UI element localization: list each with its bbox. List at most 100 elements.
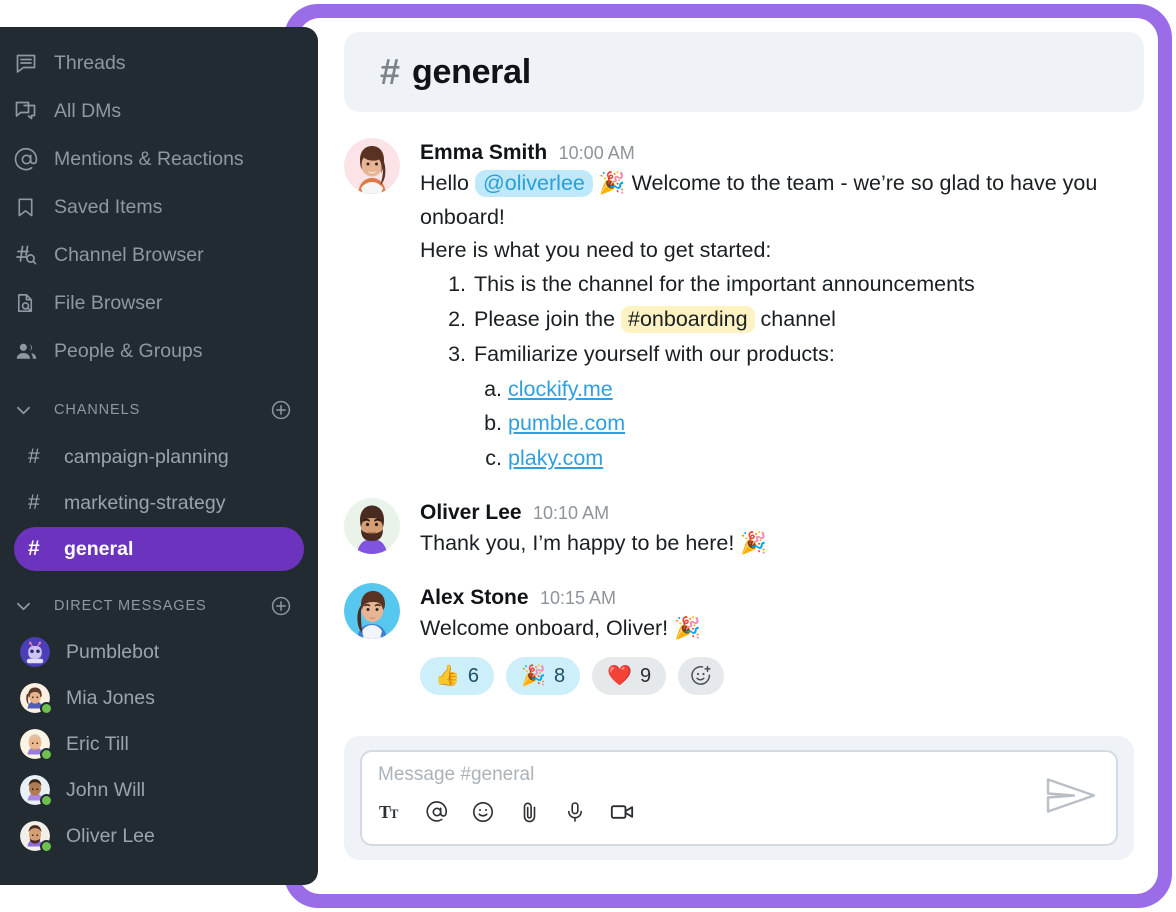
presence-indicator xyxy=(40,748,53,761)
sidebar-item-all-dms[interactable]: All DMs xyxy=(0,87,318,135)
message-item: Emma Smith 10:00 AM Hello @oliverlee 🎉 W… xyxy=(344,138,1144,476)
sidebar-item-label: Channel Browser xyxy=(54,243,204,266)
sidebar-item-people[interactable]: People & Groups xyxy=(0,327,318,375)
message-text: Hello @oliverlee 🎉 Welcome to the team -… xyxy=(420,167,1144,267)
avatar xyxy=(344,138,400,194)
message-composer[interactable]: Message #general TT xyxy=(360,750,1118,846)
add-channel-button[interactable] xyxy=(270,399,292,421)
reaction-party-popper[interactable]: 🎉 8 xyxy=(506,657,581,696)
sidebar-item-mentions[interactable]: Mentions & Reactions xyxy=(0,135,318,183)
sidebar-item-file-browser[interactable]: File Browser xyxy=(0,279,318,327)
channel-header: # general xyxy=(344,32,1144,112)
reaction-count: 8 xyxy=(553,664,566,687)
presence-indicator xyxy=(40,840,53,853)
message-text-part: Hello xyxy=(420,171,475,196)
party-popper-icon: 🎉 xyxy=(521,665,546,688)
channel-reference[interactable]: #onboarding xyxy=(621,305,755,333)
message-timestamp: 10:15 AM xyxy=(539,587,617,608)
reaction-thumbs-up[interactable]: 👍 6 xyxy=(420,657,495,696)
sidebar-item-saved[interactable]: Saved Items xyxy=(0,183,318,231)
list-item-text: Please join the xyxy=(474,306,622,331)
channel-name: marketing-strategy xyxy=(64,491,226,514)
sidebar-channel-marketing-strategy[interactable]: # marketing-strategy xyxy=(14,481,304,525)
sidebar: Threads All DMs Mentions & Reactions Sav… xyxy=(0,27,318,885)
sidebar-nav: Threads All DMs Mentions & Reactions Sav… xyxy=(0,27,318,375)
mentions-icon xyxy=(14,147,44,172)
message-input-placeholder[interactable]: Message #general xyxy=(378,764,1100,787)
list-item-text: channel xyxy=(754,306,836,331)
attachment-icon[interactable] xyxy=(517,800,541,824)
list-item: Familiarize yourself with our products: … xyxy=(472,337,1144,476)
link-plaky[interactable]: plaky.com xyxy=(508,446,603,470)
avatar xyxy=(344,582,400,639)
add-reaction-icon xyxy=(691,665,711,685)
message-timestamp: 10:00 AM xyxy=(558,143,635,163)
chevron-down-icon xyxy=(14,597,44,616)
sidebar-item-channel-browser[interactable]: Channel Browser xyxy=(0,231,318,279)
list-item: clockify.me xyxy=(508,372,1144,407)
video-icon[interactable] xyxy=(609,799,635,825)
people-icon xyxy=(14,339,44,364)
presence-indicator xyxy=(40,794,53,807)
sidebar-item-label: All DMs xyxy=(54,99,122,122)
all-dms-icon xyxy=(14,99,44,123)
message-body: Emma Smith 10:00 AM Hello @oliverlee 🎉 W… xyxy=(420,138,1144,476)
sidebar-channel-general[interactable]: # general xyxy=(14,527,304,571)
hash-icon: # xyxy=(380,51,401,92)
add-dm-button[interactable] xyxy=(270,595,292,617)
list-item-text: This is the channel for the important an… xyxy=(474,272,975,297)
thumbs-up-icon: 👍 xyxy=(435,665,460,688)
sidebar-channel-campaign-planning[interactable]: # campaign-planning xyxy=(14,435,304,479)
file-browser-icon xyxy=(14,292,44,315)
emma-avatar-icon xyxy=(344,138,400,194)
sidebar-dm-eric-till[interactable]: Eric Till xyxy=(0,721,318,767)
sidebar-dm-oliver-lee[interactable]: Oliver Lee xyxy=(0,813,318,859)
alex-avatar-icon xyxy=(344,582,400,639)
ordered-list: This is the channel for the important an… xyxy=(472,267,1144,476)
hash-icon: # xyxy=(28,537,40,560)
message-text: Thank you, I’m happy to be here! 🎉 xyxy=(420,531,768,556)
hash-icon: # xyxy=(28,445,40,468)
user-mention[interactable]: @oliverlee xyxy=(474,170,593,198)
list-item: Please join the #onboarding channel xyxy=(472,302,1144,337)
mention-icon[interactable] xyxy=(425,800,449,824)
nested-ordered-list: clockify.me pumble.com plaky.com xyxy=(508,372,1144,476)
dms-section-header[interactable]: DIRECT MESSAGES xyxy=(0,583,318,629)
composer-toolbar: TT xyxy=(378,799,1100,825)
list-item: pumble.com xyxy=(508,406,1144,441)
link-pumble[interactable]: pumble.com xyxy=(508,411,625,435)
emoji-icon[interactable] xyxy=(471,800,495,824)
dms-section-title: DIRECT MESSAGES xyxy=(54,598,207,614)
sidebar-item-threads[interactable]: Threads xyxy=(0,39,318,87)
message-meta: Alex Stone 10:15 AM xyxy=(420,585,1144,610)
link-clockify[interactable]: clockify.me xyxy=(508,377,613,401)
sidebar-dm-john-will[interactable]: John Will xyxy=(0,767,318,813)
add-reaction-button[interactable] xyxy=(678,657,725,696)
chat-area: # general Emma Smith 10:00 AM Hello @oli… xyxy=(344,32,1144,880)
list-item: This is the channel for the important an… xyxy=(472,267,1144,302)
sidebar-dm-mia-jones[interactable]: Mia Jones xyxy=(0,675,318,721)
format-text-icon[interactable]: TT xyxy=(378,799,403,824)
message-author: Oliver Lee xyxy=(420,501,522,525)
dm-name: Oliver Lee xyxy=(66,824,155,847)
bot-avatar-icon xyxy=(20,637,50,667)
channel-name: general xyxy=(64,537,134,560)
channel-name: campaign-planning xyxy=(64,445,229,468)
send-button[interactable] xyxy=(1044,774,1100,823)
avatar xyxy=(20,683,53,715)
channels-section-header[interactable]: CHANNELS xyxy=(0,387,318,433)
app-screenshot: Threads All DMs Mentions & Reactions Sav… xyxy=(0,0,1176,912)
reaction-bar: 👍 6 🎉 8 ❤️ 9 xyxy=(420,657,1144,696)
channels-section-title: CHANNELS xyxy=(54,402,141,418)
message-item: Oliver Lee 10:10 AM Thank you, I’m happy… xyxy=(344,498,1144,561)
sidebar-item-label: Mentions & Reactions xyxy=(54,147,244,170)
dm-name: Pumblebot xyxy=(66,640,160,663)
composer-container: Message #general TT xyxy=(344,736,1134,860)
list-item-text: Familiarize yourself with our products: xyxy=(474,341,835,366)
sidebar-dm-pumblebot[interactable]: Pumblebot xyxy=(0,629,318,675)
reaction-count: 9 xyxy=(639,664,652,687)
reaction-heart[interactable]: ❤️ 9 xyxy=(592,657,667,696)
chevron-down-icon xyxy=(14,401,44,420)
microphone-icon[interactable] xyxy=(563,800,587,824)
sidebar-item-label: Threads xyxy=(54,51,126,74)
